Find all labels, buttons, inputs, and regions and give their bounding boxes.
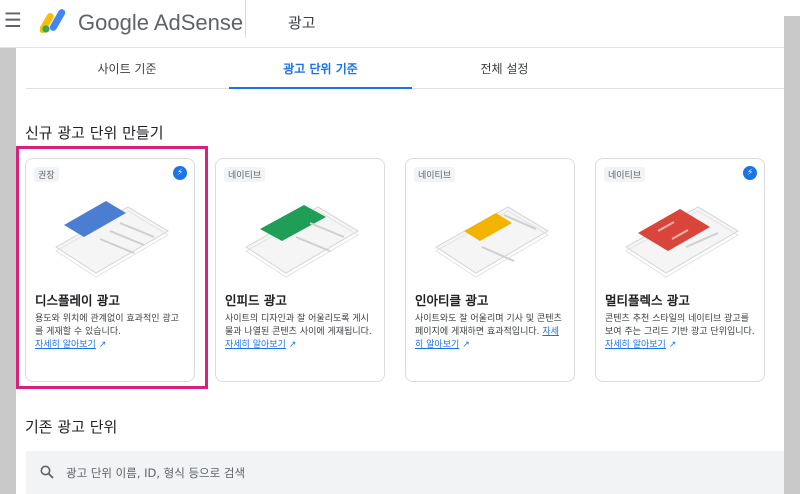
card-display-ad[interactable]: 권장 ⚡ 디스플레이 광고 용도와 위치에 관계없이 효과적인 광고를 게재할 … [25, 158, 195, 382]
card-title: 디스플레이 광고 [35, 293, 120, 308]
card-title: 멀티플렉스 광고 [605, 293, 690, 308]
card-title: 인피드 광고 [225, 293, 287, 308]
bolt-icon: ⚡ [173, 166, 187, 180]
card-description: 사이트와도 잘 어울리며 기사 및 콘텐츠 페이지에 게재하면 효과적입니다. … [415, 313, 567, 352]
appbar-divider [245, 0, 246, 38]
multiplex-ad-illustration [625, 206, 739, 278]
external-link-icon: ↗ [462, 340, 470, 350]
card-description: 사이트의 디자인과 잘 어울리도록 게시물과 나열된 콘텐츠 사이에 게재됩니다… [225, 313, 377, 352]
card-in-feed-ad[interactable]: 네이티브 인피드 광고 사이트의 디자인과 잘 어울리도록 게시물과 나열된 콘… [215, 158, 385, 382]
tab-bar: 사이트 기준 광고 단위 기준 전체 설정 [26, 48, 784, 89]
app-bar: ☰ Google AdSense 광고 [0, 0, 800, 48]
external-link-icon: ↗ [288, 340, 297, 350]
card-title: 인아티클 광고 [415, 293, 489, 308]
card-multiplex-ad[interactable]: 네이티브 ⚡ 멀티플렉스 광고 콘텐츠 추천 스타일의 네이티브 광고를 보여 … [595, 158, 765, 382]
card-description: 콘텐츠 추천 스타일의 네이티브 광고를 보여 주는 그리드 기반 광고 단위입… [605, 313, 757, 352]
card-badge: 권장 [34, 167, 59, 182]
search-input[interactable]: 광고 단위 이름, ID, 형식 등으로 검색 [66, 465, 245, 481]
card-description-text: 사이트의 디자인과 잘 어울리도록 게시물과 나열된 콘텐츠 사이에 게재됩니다… [225, 314, 372, 337]
frame-edge [784, 16, 800, 494]
adsense-logo [40, 9, 66, 33]
card-in-article-ad[interactable]: 네이티브 인아티클 광고 사이트와도 잘 어울리며 기사 및 콘텐츠 페이지에 … [405, 158, 575, 382]
search-icon [40, 465, 54, 479]
tab-by-site[interactable]: 사이트 기준 [26, 48, 228, 89]
learn-more-link[interactable]: 자세히 알아보기 [605, 340, 666, 350]
tab-global-settings[interactable]: 전체 설정 [413, 48, 596, 89]
card-badge: 네이티브 [224, 167, 266, 182]
bolt-icon: ⚡ [743, 166, 757, 180]
card-badge: 네이티브 [414, 167, 456, 182]
learn-more-link[interactable]: 자세히 알아보기 [225, 340, 286, 350]
card-description: 용도와 위치에 관계없이 효과적인 광고를 게재할 수 있습니다. 자세히 알아… [35, 313, 187, 352]
brand-name: Google AdSense [78, 10, 244, 35]
tab-by-ad-unit[interactable]: 광고 단위 기준 [229, 48, 412, 89]
ad-unit-search[interactable]: 광고 단위 이름, ID, 형식 등으로 검색 [26, 451, 784, 494]
section-title-new: 신규 광고 단위 만들기 [25, 124, 164, 142]
in-feed-ad-illustration [245, 205, 359, 278]
active-tab-indicator [229, 87, 412, 89]
menu-icon[interactable]: ☰ [4, 8, 22, 32]
display-ad-illustration [55, 201, 169, 278]
main-panel: 사이트 기준 광고 단위 기준 전체 설정 신규 광고 단위 만들기 권장 ⚡ … [16, 48, 784, 494]
page-title: 광고 [288, 14, 316, 32]
external-link-icon: ↗ [98, 340, 107, 350]
card-description-text: 콘텐츠 추천 스타일의 네이티브 광고를 보여 주는 그리드 기반 광고 단위입… [605, 314, 755, 337]
section-title-existing: 기존 광고 단위 [25, 418, 118, 436]
card-badge: 네이티브 [604, 167, 646, 182]
learn-more-link[interactable]: 자세히 알아보기 [35, 340, 96, 350]
in-article-ad-illustration [435, 206, 549, 278]
card-description-text: 사이트와도 잘 어울리며 기사 및 콘텐츠 페이지에 게재하면 효과적입니다. [415, 314, 562, 337]
card-description-text: 용도와 위치에 관계없이 효과적인 광고를 게재할 수 있습니다. [35, 314, 179, 337]
external-link-icon: ↗ [668, 340, 677, 350]
